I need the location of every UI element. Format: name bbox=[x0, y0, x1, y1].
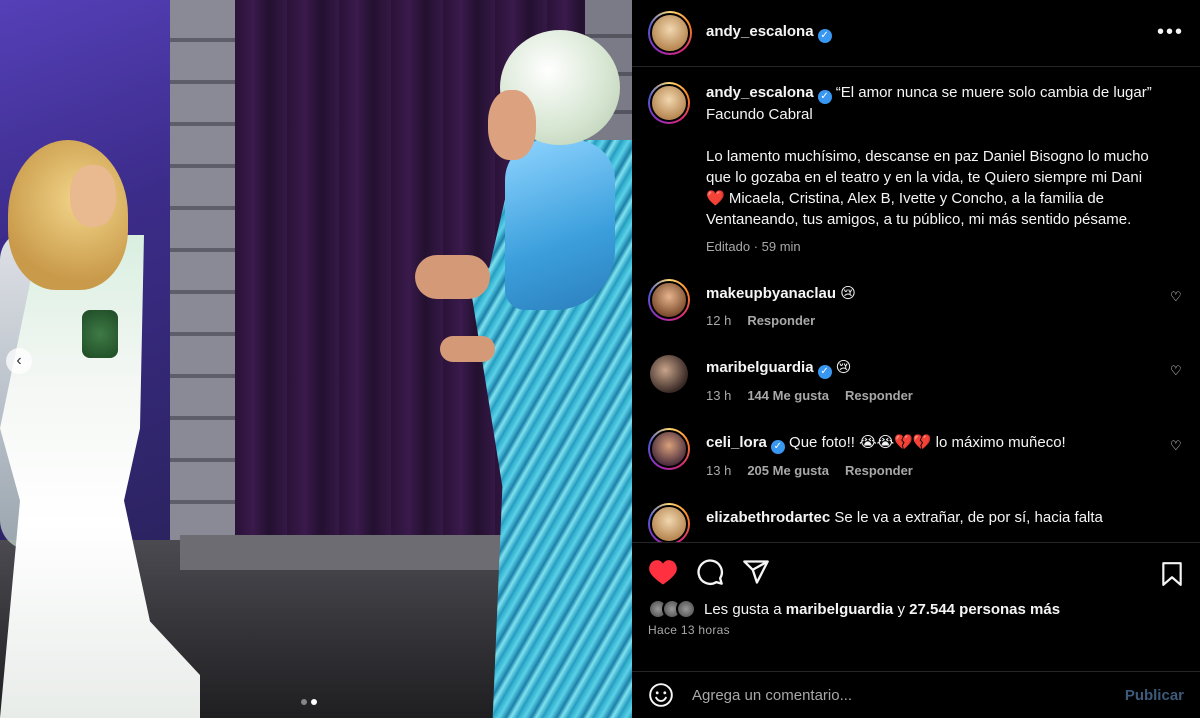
like-comment-heart-icon[interactable]: ♡ bbox=[1170, 438, 1184, 453]
likes-mid: y bbox=[893, 600, 910, 618]
verified-badge-icon: ✓ bbox=[770, 440, 785, 454]
commenter-avatar[interactable] bbox=[648, 279, 690, 321]
commenter-avatar[interactable] bbox=[648, 503, 690, 542]
comment-meta: 13 h 205 Me gusta Responder bbox=[706, 460, 1164, 481]
likes-text: Les gusta a maribelguardia y 27.544 pers… bbox=[704, 601, 1060, 618]
carousel-indicator bbox=[301, 699, 317, 705]
share-icon[interactable] bbox=[742, 558, 770, 586]
comment-item: celi_lora ✓ Que foto!! 😭😭💔💔 lo máximo muñ… bbox=[648, 428, 1184, 481]
verified-badge-icon: ✓ bbox=[817, 90, 832, 104]
like-comment-heart-icon[interactable]: ♡ bbox=[1170, 363, 1184, 378]
verified-badge-icon: ✓ bbox=[817, 29, 832, 43]
comment-text: 😢 bbox=[840, 285, 856, 302]
comment-time: 12 h bbox=[706, 313, 732, 328]
commenter-username[interactable]: elizabethrodartec bbox=[706, 509, 830, 526]
commenter-avatar[interactable] bbox=[648, 428, 690, 470]
verified-badge-icon: ✓ bbox=[817, 365, 832, 379]
publish-button[interactable]: Publicar bbox=[1125, 687, 1184, 704]
post-timestamp[interactable]: Hace 13 horas bbox=[648, 623, 1184, 637]
author-username[interactable]: andy_escalona bbox=[706, 23, 814, 40]
caption-content: andy_escalona ✓ “El amor nunca se muere s… bbox=[706, 82, 1164, 230]
likes-prefix: Les gusta a bbox=[704, 600, 786, 618]
man-hand bbox=[415, 255, 490, 299]
add-comment-bar: Publicar bbox=[632, 671, 1200, 718]
man-blue-scarf bbox=[505, 140, 615, 310]
emoji-icon[interactable] bbox=[648, 682, 674, 708]
comment-body: maribelguardia ✓ 😢 13 h 144 Me gusta Resp… bbox=[706, 353, 1184, 406]
comment-text: Que foto!! 😭😭💔💔 lo máximo muñeco! bbox=[789, 434, 1066, 451]
reply-button[interactable]: Responder bbox=[845, 460, 913, 481]
comment-item: elizabethrodartec Se le va a extrañar, d… bbox=[648, 503, 1184, 542]
post-side-panel: andy_escalona ✓ ••• andy_escalona ✓ “El am… bbox=[632, 0, 1200, 718]
comment-item: makeupbyanaclau 😢 12 h Responder ♡ bbox=[648, 279, 1184, 331]
post-photo[interactable]: ‹ bbox=[0, 0, 632, 718]
comment-body: celi_lora ✓ Que foto!! 😭😭💔💔 lo máximo muñ… bbox=[706, 428, 1184, 481]
stone-wall-left bbox=[170, 0, 240, 545]
comment-time: 13 h bbox=[706, 388, 732, 403]
author-username-wrap: andy_escalona ✓ bbox=[706, 23, 832, 43]
commenter-username[interactable]: maribelguardia bbox=[706, 359, 814, 376]
comment-item: maribelguardia ✓ 😢 13 h 144 Me gusta Resp… bbox=[648, 353, 1184, 406]
caption: andy_escalona ✓ “El amor nunca se muere s… bbox=[648, 82, 1184, 257]
comment-input[interactable] bbox=[692, 686, 1107, 704]
comment-text: 😢 bbox=[835, 359, 852, 376]
commenter-avatar[interactable] bbox=[650, 355, 688, 393]
dress-brooch bbox=[82, 310, 118, 358]
carousel-dot bbox=[301, 699, 307, 705]
comments-list[interactable]: andy_escalona ✓ “El amor nunca se muere s… bbox=[632, 68, 1200, 542]
stage-ledge bbox=[180, 535, 510, 570]
bookmark-icon[interactable] bbox=[1160, 561, 1184, 587]
caption-meta: Editado · 59 min bbox=[706, 236, 1164, 257]
liker-avatar bbox=[676, 599, 696, 619]
likes-summary[interactable]: Les gusta a maribelguardia y 27.544 pers… bbox=[648, 599, 1184, 619]
more-options-icon[interactable]: ••• bbox=[1157, 22, 1184, 42]
likes-count[interactable]: 27.544 personas más bbox=[909, 601, 1060, 618]
caption-edited: Editado · 59 min bbox=[706, 239, 801, 254]
man-face bbox=[488, 90, 536, 160]
comment-likes[interactable]: 205 Me gusta bbox=[747, 460, 829, 481]
carousel-dot-active bbox=[311, 699, 317, 705]
action-icons bbox=[648, 557, 1184, 587]
chevron-left-icon: ‹ bbox=[16, 352, 22, 369]
reply-button[interactable]: Responder bbox=[845, 385, 913, 406]
caption-text: “El amor nunca se muere solo cambia de l… bbox=[706, 84, 1152, 228]
comment-text: Se le va a extrañar, de por sí, hacia fa… bbox=[834, 509, 1103, 526]
caption-username[interactable]: andy_escalona bbox=[706, 84, 814, 101]
post-actions: Les gusta a maribelguardia y 27.544 pers… bbox=[632, 542, 1200, 637]
comment-icon[interactable] bbox=[696, 558, 724, 586]
comment-meta: 13 h 144 Me gusta Responder bbox=[706, 385, 1164, 406]
liker-avatars bbox=[648, 599, 696, 619]
likes-user[interactable]: maribelguardia bbox=[786, 601, 894, 618]
comment-meta: 12 h Responder bbox=[706, 310, 1164, 331]
commenter-username[interactable]: makeupbyanaclau bbox=[706, 285, 836, 302]
caption-avatar[interactable] bbox=[648, 82, 690, 124]
caption-body: andy_escalona ✓ “El amor nunca se muere s… bbox=[706, 82, 1184, 257]
comment-body: makeupbyanaclau 😢 12 h Responder bbox=[706, 279, 1184, 331]
commenter-username[interactable]: celi_lora bbox=[706, 434, 767, 451]
comment-time: 13 h bbox=[706, 463, 732, 478]
reply-button[interactable]: Responder bbox=[747, 310, 815, 331]
post-header: andy_escalona ✓ ••• bbox=[632, 0, 1200, 67]
woman-face bbox=[70, 165, 116, 227]
like-comment-heart-icon[interactable]: ♡ bbox=[1170, 289, 1184, 304]
comment-likes[interactable]: 144 Me gusta bbox=[747, 385, 829, 406]
man-hand-lower bbox=[440, 336, 495, 362]
comment-body: elizabethrodartec Se le va a extrañar, d… bbox=[706, 503, 1184, 542]
author-avatar[interactable] bbox=[648, 11, 692, 55]
carousel-previous-button[interactable]: ‹ bbox=[6, 348, 32, 374]
liked-heart-icon[interactable] bbox=[648, 558, 678, 586]
